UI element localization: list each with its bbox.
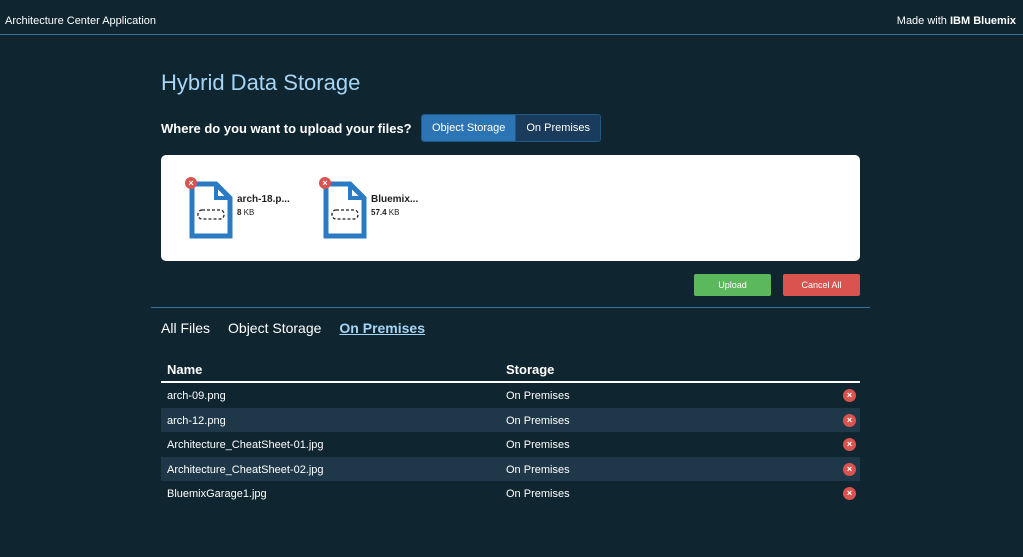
file-name-cell: Architecture_CheatSheet-02.jpg (167, 463, 324, 476)
column-header-name: Name (167, 362, 203, 377)
upload-destination-question: Where do you want to upload your files? (161, 121, 412, 136)
file-name-cell: arch-12.png (167, 414, 226, 427)
pending-file-name: arch-18.p... (237, 194, 290, 205)
destination-toggle: Object Storage On Premises (421, 114, 601, 142)
file-name-cell: BluemixGarage1.jpg (167, 488, 267, 500)
cancel-all-button[interactable]: Cancel All (783, 274, 860, 296)
storage-cell: On Premises (506, 463, 570, 476)
app-title: Architecture Center Application (5, 15, 157, 27)
remove-icon[interactable]: × (843, 389, 856, 402)
tab-on-premises[interactable]: On Premises (339, 320, 425, 336)
files-table: Name Storage arch-09.png On Premises × a… (161, 356, 860, 506)
file-icon (323, 181, 367, 239)
made-with-credit: Made with IBM Bluemix (897, 15, 1016, 27)
table-row: arch-09.png On Premises × (161, 383, 860, 408)
remove-file-icon[interactable]: × (319, 177, 331, 189)
tab-all-files[interactable]: All Files (161, 320, 210, 336)
pending-file-size-value: 57.4 (371, 208, 387, 217)
storage-cell: On Premises (506, 439, 570, 451)
file-name-cell: Architecture_CheatSheet-01.jpg (167, 439, 324, 451)
table-row: Architecture_CheatSheet-01.jpg On Premis… (161, 432, 860, 457)
storage-cell: On Premises (506, 390, 570, 402)
storage-cell: On Premises (506, 488, 570, 500)
pending-file-size-unit: KB (386, 208, 400, 217)
destination-object-storage-button[interactable]: Object Storage (422, 115, 516, 141)
table-row: Architecture_CheatSheet-02.jpg On Premis… (161, 456, 860, 481)
pending-file-size: 8 KB (237, 208, 254, 217)
storage-cell: On Premises (506, 414, 570, 427)
file-icon (189, 181, 233, 239)
pending-file-card: × arch-18.p... 8 KB (185, 177, 315, 242)
pending-file-card: × Bluemix... 57.4 KB (319, 177, 449, 242)
remove-icon[interactable]: × (843, 438, 856, 451)
remove-icon[interactable]: × (843, 487, 856, 500)
made-with-brand: IBM Bluemix (949, 15, 1016, 27)
destination-on-premises-button[interactable]: On Premises (515, 115, 600, 141)
table-row: BluemixGarage1.jpg On Premises × (161, 481, 860, 506)
page-title: Hybrid Data Storage (161, 70, 361, 95)
pending-file-size-unit: KB (241, 208, 255, 217)
remove-file-icon[interactable]: × (185, 177, 197, 189)
made-with-prefix: Made with (896, 15, 950, 27)
tab-object-storage[interactable]: Object Storage (228, 320, 321, 336)
top-bar: Architecture Center Application Made wit… (0, 0, 1023, 35)
upload-button[interactable]: Upload (694, 274, 771, 296)
remove-icon[interactable]: × (843, 413, 856, 427)
storage-filter-tabs: All Files Object Storage On Premises (161, 320, 425, 336)
pending-file-size: 57.4 KB (371, 208, 399, 217)
file-name-cell: arch-09.png (167, 390, 226, 402)
table-row: arch-12.png On Premises × (161, 407, 860, 432)
file-dropzone[interactable]: × arch-18.p... 8 KB × Bluemix... 57.4 KB (161, 155, 860, 261)
pending-file-name: Bluemix... (371, 194, 419, 205)
section-divider (151, 307, 870, 308)
table-header: Name Storage (161, 356, 860, 383)
remove-icon[interactable]: × (843, 462, 856, 476)
column-header-storage: Storage (506, 362, 555, 377)
